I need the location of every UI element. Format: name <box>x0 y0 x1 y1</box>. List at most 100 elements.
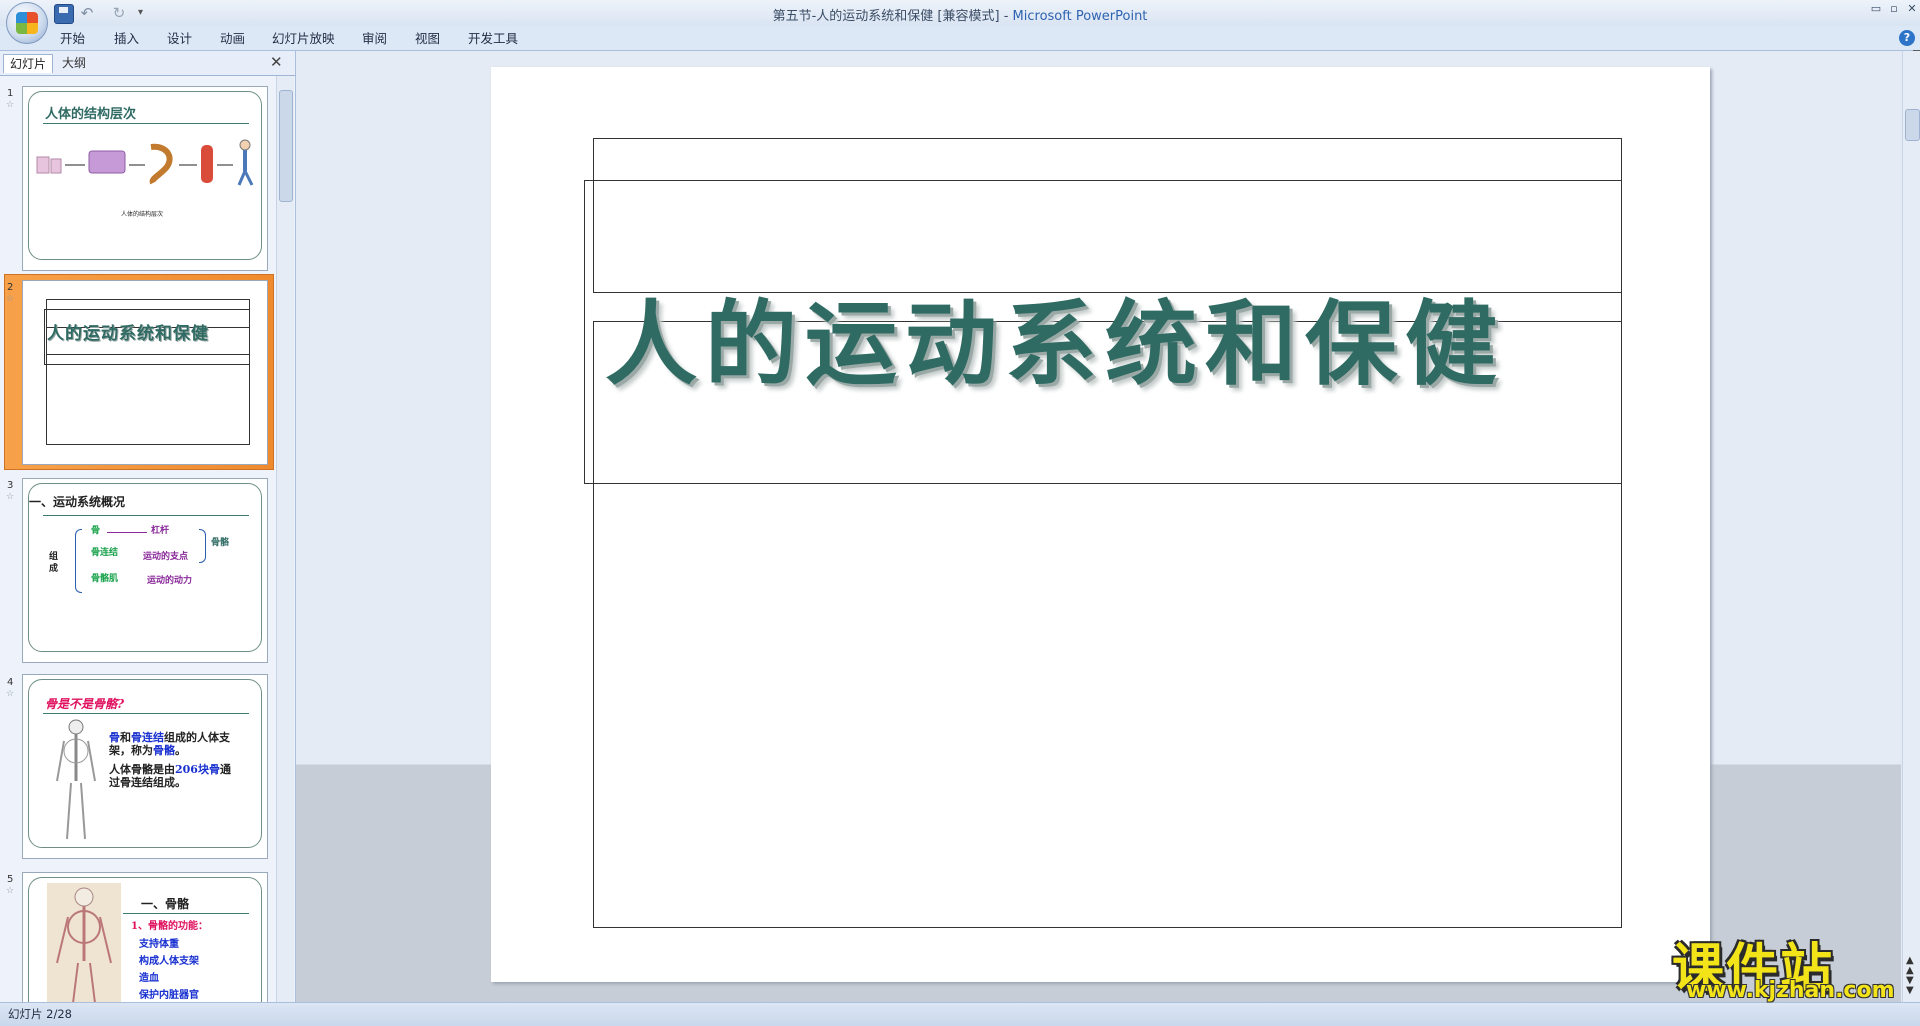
skeleton-shape <box>56 740 65 782</box>
organ-shape <box>149 143 173 185</box>
skeleton-shape <box>68 719 84 735</box>
thumbnail-number: 4 <box>7 677 14 688</box>
slide-title[interactable]: 人的运动系统和保健 <box>605 270 1615 398</box>
tab-design[interactable]: 设计 <box>167 30 192 48</box>
brace-shape <box>199 529 206 563</box>
prev-next-slide-icon[interactable]: ▲ ▲ ▼ ▼ <box>1906 956 1914 996</box>
diagram-label: 骨骼 <box>211 538 230 548</box>
person-shape <box>239 139 251 151</box>
transition-star-icon: ☆ <box>6 886 15 896</box>
window-title-doc: 第五节-人的运动系统和保健 [兼容模式] - <box>772 9 1013 24</box>
diagram-label: 骨连结 <box>91 548 119 558</box>
editor-scrollbar[interactable] <box>1902 51 1920 1002</box>
tab-home[interactable]: 开始 <box>60 30 85 48</box>
watermark-logo: 课件站 www.kjzhan.com <box>1672 926 1904 1003</box>
thumbnail-bullet: 骨和骨连结组成的人体支架，称为骨骼。 <box>109 731 235 757</box>
window-title-app: Microsoft PowerPoint <box>1012 9 1148 24</box>
cell-shape <box>50 158 62 174</box>
thumbnail-number: 3 <box>7 480 14 491</box>
thumbnail-bullet: 造血 <box>139 973 159 984</box>
thumbnail-subtitle: 1、骨骼的功能： <box>131 921 208 932</box>
tab-developer[interactable]: 开发工具 <box>468 30 518 48</box>
thumbnail-slide-3[interactable]: 一、运动系统概况 组成 骨 杠杆 骨骼 骨连结 运动的支点 骨骼肌 运动的动力 <box>22 478 268 663</box>
diagram-label: 骨 <box>91 526 101 536</box>
thumbnail-title: 一、骨骼 <box>141 897 190 911</box>
placeholder-box[interactable] <box>593 321 1622 928</box>
tab-slides[interactable]: 幻灯片 <box>3 54 54 73</box>
thumbnail-bullet: 人体骨骼是由206块骨通过骨连结组成。 <box>109 763 235 789</box>
thumbnail-title: 一、运动系统概况 <box>29 495 126 509</box>
transition-star-icon: ☆ <box>6 689 15 699</box>
diagram-label: 运动的支点 <box>143 552 189 562</box>
watermark-url: www.kjzhan.com <box>1686 978 1895 1003</box>
thumbnail-slide-1[interactable]: 人体的结构层次 人体的结构层次 <box>22 86 268 271</box>
diagram-label: 杠杆 <box>151 526 170 536</box>
connector-line <box>107 532 147 533</box>
thumbnail-bullet: 支持体重 <box>139 939 179 950</box>
pane-scrollbar[interactable] <box>276 76 294 1002</box>
skeleton-image <box>56 719 96 840</box>
thumbnail-underline <box>43 713 249 714</box>
person-shape <box>237 170 247 186</box>
bullet-text: 。 <box>175 744 186 757</box>
editor-scroll-thumb[interactable] <box>1905 109 1920 141</box>
thumbnail-slide-2[interactable]: 人的运动系统和保健 <box>22 280 268 465</box>
thumbnail-number: 5 <box>7 874 14 885</box>
bullet-text: 和 <box>120 731 131 744</box>
thumbnail-underline <box>123 913 249 914</box>
thumbnail-underline <box>43 123 249 124</box>
thumbnail-title: 人的运动系统和保健 <box>47 324 209 344</box>
tab-view[interactable]: 视图 <box>415 30 440 48</box>
bullet-text: 骨 <box>109 731 120 744</box>
tab-slideshow[interactable]: 幻灯片放映 <box>272 30 335 48</box>
thumbnail-slide-4[interactable]: 骨是不是骨骼? 骨和骨连结组成的人体支架，称为骨骼。 人体骨骼是由206块骨通过… <box>22 674 268 859</box>
skeleton-image <box>47 883 121 1002</box>
pane-scroll-thumb[interactable] <box>279 90 293 202</box>
transition-star-icon: ☆ <box>6 294 15 304</box>
thumbnail-number: 1 <box>7 88 14 99</box>
help-icon[interactable]: ? <box>1899 30 1915 46</box>
skeleton-shape <box>80 782 86 840</box>
thumbnail-diagram <box>36 139 254 186</box>
person-shape <box>243 170 254 186</box>
thumbnail-underline <box>43 515 249 516</box>
cell-shape <box>36 156 50 174</box>
transition-star-icon: ☆ <box>6 100 15 110</box>
diagram-label: 组成 <box>49 552 59 574</box>
thumbnail-bullet: 保护内脏器官 <box>139 990 199 1001</box>
maximize-button[interactable]: ▫ <box>1886 2 1902 16</box>
bullet-text: 人体骨骼是由 <box>109 763 175 776</box>
status-bar <box>0 1002 1920 1026</box>
bullet-text: 206块骨 <box>175 763 220 776</box>
skeleton-shape <box>87 740 96 782</box>
skeleton-shape <box>74 887 94 907</box>
window-title: 第五节-人的运动系统和保健 [兼容模式] - Microsoft PowerPo… <box>0 5 1920 24</box>
bullet-text: 骨骼 <box>153 744 175 757</box>
thumbnail-slide-5[interactable]: 一、骨骼 1、骨骼的功能： 支持体重 构成人体支架 造血 保护内脏器官 <box>22 872 268 1002</box>
slide-canvas[interactable] <box>491 67 1710 982</box>
skeleton-shape <box>66 782 72 840</box>
office-logo-icon <box>16 12 38 34</box>
diagram-label: 骨骼肌 <box>91 574 119 584</box>
tab-insert[interactable]: 插入 <box>114 30 139 48</box>
thumbnail-title: 人体的结构层次 <box>45 107 137 122</box>
transition-star-icon: ☆ <box>6 492 15 502</box>
thumbnail-caption: 人体的结构层次 <box>121 211 164 218</box>
thumbnail-placeholder-box <box>46 327 250 445</box>
tab-animations[interactable]: 动画 <box>220 30 245 48</box>
thumbnail-list[interactable]: 1 ☆ 人体的结构层次 人体的结构层次 2 ☆ 人的运动系统和保健 3 ☆ 一、… <box>0 76 274 1002</box>
pane-close-icon[interactable]: ✕ <box>270 53 283 71</box>
tab-review[interactable]: 审阅 <box>362 30 387 48</box>
brace-shape <box>75 529 82 593</box>
bullet-text: 骨连结 <box>131 731 164 744</box>
tissue-shape <box>88 150 126 174</box>
tab-outline[interactable]: 大纲 <box>56 54 92 72</box>
system-shape <box>201 145 213 183</box>
thumbnail-title: 骨是不是骨骼? <box>45 697 125 711</box>
office-button[interactable] <box>6 2 48 44</box>
minimize-button[interactable]: ▭ <box>1868 2 1884 16</box>
slide-counter: 幻灯片 2/28 <box>8 1007 72 1021</box>
thumbnail-bullet: 构成人体支架 <box>139 956 199 967</box>
close-button[interactable]: ✕ <box>1904 2 1920 16</box>
diagram-label: 运动的动力 <box>147 576 193 586</box>
